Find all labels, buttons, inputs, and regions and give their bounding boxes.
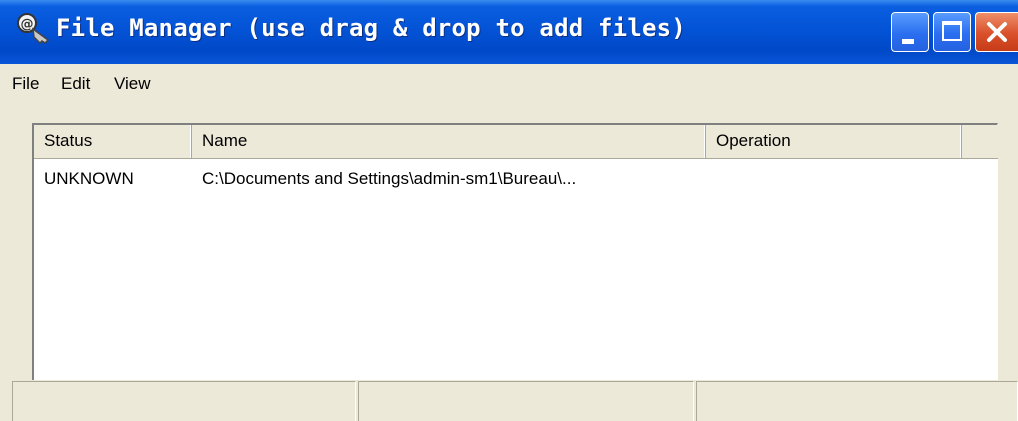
- window-title: File Manager (use drag & drop to add fil…: [56, 14, 686, 42]
- table-row[interactable]: UNKNOWN C:\Documents and Settings\admin-…: [34, 169, 998, 193]
- file-manager-window: @ File Manager (use drag & drop to add f…: [0, 0, 1018, 421]
- title-bar[interactable]: @ File Manager (use drag & drop to add f…: [0, 0, 1018, 64]
- file-list[interactable]: Status Name Operation UNKNOWN C:\Documen…: [32, 123, 998, 380]
- minimize-icon: [902, 39, 914, 44]
- list-header: Status Name Operation: [34, 125, 998, 159]
- menu-edit[interactable]: Edit: [61, 74, 90, 94]
- key-magnifier-icon[interactable]: @: [14, 10, 54, 50]
- status-panel-3: [696, 381, 1018, 421]
- column-header-filler: [962, 125, 998, 158]
- menu-view[interactable]: View: [114, 74, 151, 94]
- column-header-operation[interactable]: Operation: [706, 125, 962, 158]
- minimize-button[interactable]: [891, 12, 929, 52]
- close-button[interactable]: [975, 12, 1018, 52]
- cell-status: UNKNOWN: [44, 169, 134, 188]
- menu-file[interactable]: File: [12, 74, 39, 94]
- column-header-name[interactable]: Name: [192, 125, 706, 158]
- column-header-status[interactable]: Status: [34, 125, 192, 158]
- close-icon: [987, 22, 1007, 42]
- status-panel-1: [12, 381, 356, 421]
- maximize-icon: [942, 21, 962, 41]
- status-panel-2: [358, 381, 694, 421]
- menu-bar: File Edit View: [0, 64, 1018, 104]
- status-bar: [12, 381, 1018, 421]
- cell-name: C:\Documents and Settings\admin-sm1\Bure…: [202, 169, 577, 188]
- svg-text:@: @: [21, 17, 34, 32]
- maximize-button[interactable]: [933, 12, 971, 52]
